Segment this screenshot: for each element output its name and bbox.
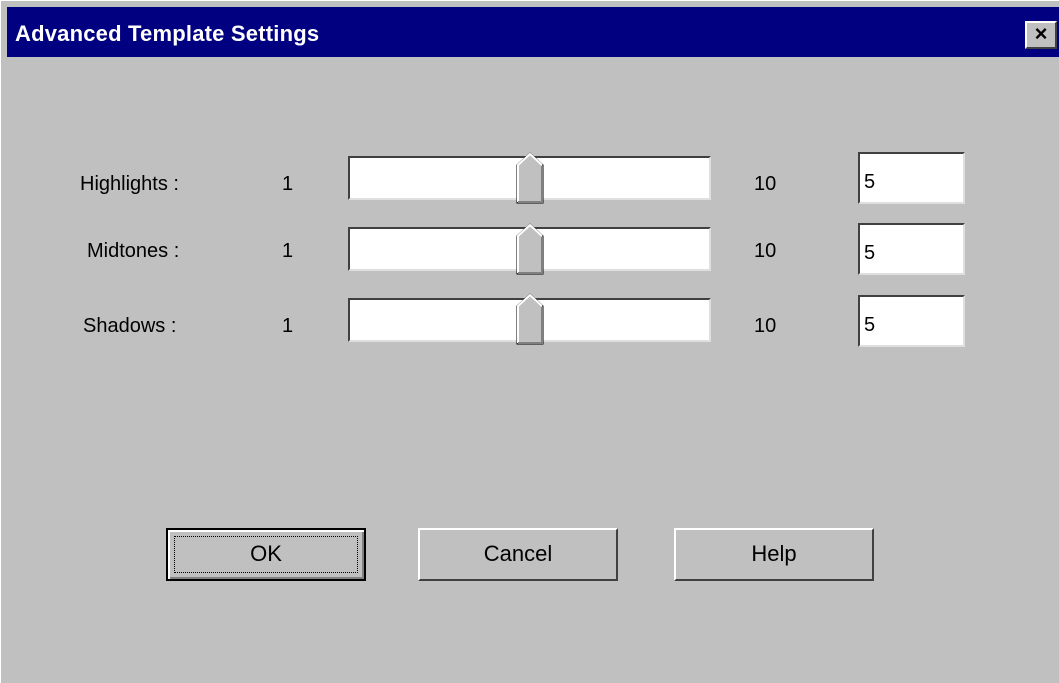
cancel-button-label: Cancel [483, 541, 553, 566]
advanced-template-settings-dialog: Advanced Template Settings × Highlights … [0, 0, 1059, 683]
highlights-slider-thumb[interactable] [516, 152, 544, 204]
midtones-value-field[interactable] [858, 223, 965, 275]
ok-button-label: OK [250, 541, 282, 566]
shadows-label: Shadows : [83, 315, 177, 337]
close-icon: × [1034, 21, 1048, 46]
shadows-value-field[interactable] [858, 295, 965, 347]
midtones-slider-thumb[interactable] [516, 223, 544, 275]
highlights-min-label: 1 [282, 173, 294, 195]
help-button-label: Help [751, 541, 797, 566]
highlights-value-field[interactable] [858, 152, 965, 204]
window-title: Advanced Template Settings [15, 21, 320, 46]
midtones-label: Midtones : [87, 240, 180, 262]
midtones-max-label: 10 [754, 240, 777, 262]
shadows-slider-thumb[interactable] [516, 293, 544, 345]
shadows-min-label: 1 [282, 315, 294, 337]
ok-button[interactable]: OK [166, 528, 366, 581]
cancel-button[interactable]: Cancel [418, 528, 618, 581]
midtones-min-label: 1 [282, 240, 294, 262]
close-button[interactable]: × [1025, 21, 1057, 49]
shadows-max-label: 10 [754, 315, 777, 337]
title-bar[interactable]: Advanced Template Settings × [7, 7, 1059, 57]
highlights-label: Highlights : [80, 173, 179, 195]
highlights-max-label: 10 [754, 173, 777, 195]
help-button[interactable]: Help [674, 528, 874, 581]
